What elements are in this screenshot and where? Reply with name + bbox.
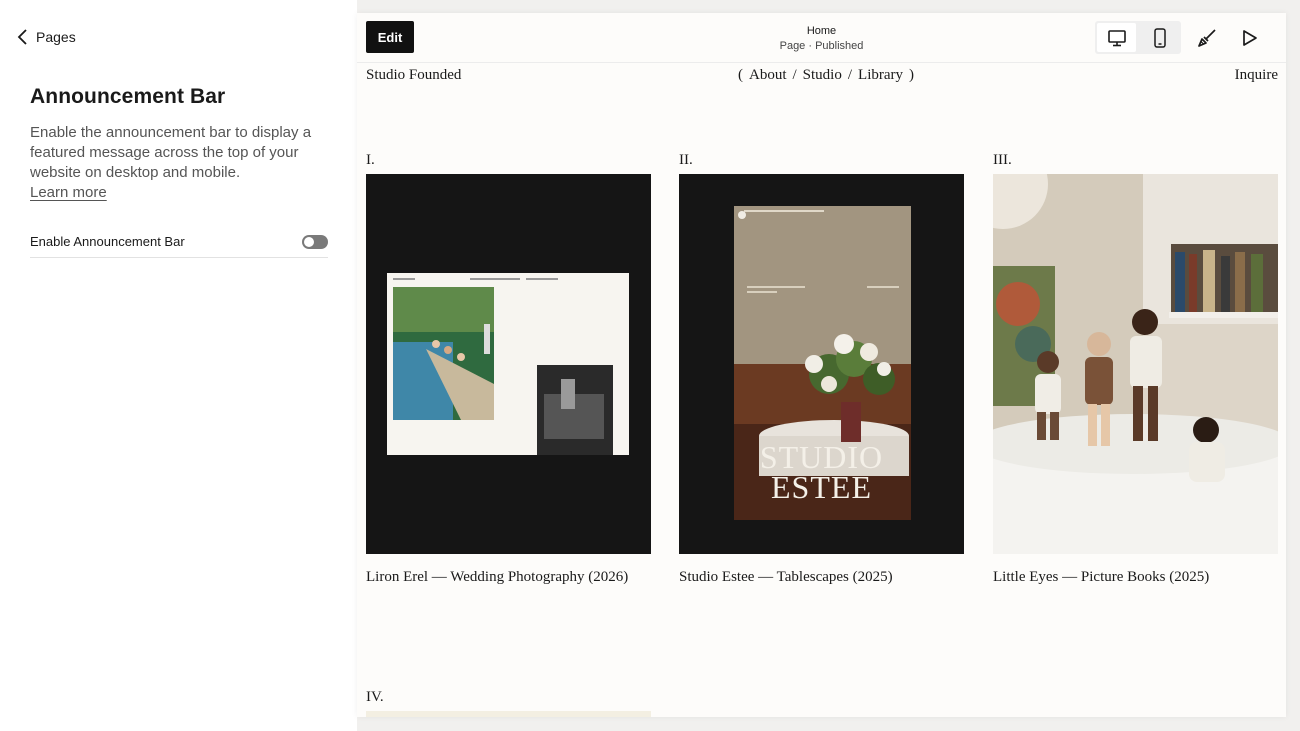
settings-panel: Pages Announcement Bar Enable the announ… <box>0 0 357 731</box>
project-image-little-eyes[interactable] <box>993 174 1278 554</box>
play-icon <box>1243 30 1257 46</box>
nav-separator: / <box>792 67 797 83</box>
chevron-left-icon <box>17 29 27 45</box>
announcement-toggle-row: Enable Announcement Bar <box>30 228 328 258</box>
project-image-studio-estee[interactable]: STUDIO ESTEE <box>679 174 964 554</box>
nav-link-about[interactable]: About <box>749 67 787 84</box>
panel-title: Announcement Bar <box>30 85 226 108</box>
nav-open-paren: ( <box>738 67 743 83</box>
project-numeral: III. <box>993 152 1012 168</box>
kids-on-bed-photo <box>993 174 1278 554</box>
site-nav: ( About / Studio / Library ) <box>738 67 914 84</box>
toggle-knob <box>304 236 314 247</box>
paintbrush-icon <box>1198 29 1216 47</box>
project-caption[interactable]: Liron Erel — Wedding Photography (2026) <box>366 569 628 586</box>
toggle-label: Enable Announcement Bar <box>30 234 185 249</box>
nav-close-paren: ) <box>909 67 915 83</box>
device-view-toggle <box>1095 21 1181 54</box>
panel-description: Enable the announcement bar to display a… <box>30 123 330 203</box>
site-styles-button[interactable] <box>1194 25 1220 51</box>
overlay-line: ESTEE <box>771 469 872 505</box>
mobile-view-button[interactable] <box>1140 23 1179 52</box>
back-to-pages-link[interactable]: Pages <box>16 28 76 46</box>
project-numeral: I. <box>366 152 375 168</box>
overlay-line: STUDIO <box>759 439 884 475</box>
site-brand[interactable]: Studio Founded <box>366 67 461 84</box>
studio-estee-overlay: STUDIO ESTEE <box>679 439 964 505</box>
project-image-partial[interactable] <box>366 711 651 717</box>
description-text: Enable the announcement bar to display a… <box>30 124 312 181</box>
project-caption[interactable]: Studio Estee — Tablescapes (2025) <box>679 569 893 586</box>
desktop-icon <box>1107 29 1126 46</box>
mobile-icon <box>1153 27 1166 48</box>
website-mockup-image <box>387 273 629 455</box>
learn-more-link[interactable]: Learn more <box>30 183 107 203</box>
announcement-bar-toggle[interactable] <box>302 234 328 249</box>
desktop-view-button[interactable] <box>1097 23 1136 52</box>
preview-play-button[interactable] <box>1236 25 1262 51</box>
project-image-liron-erel[interactable] <box>366 174 651 554</box>
project-numeral: II. <box>679 152 693 168</box>
back-label: Pages <box>36 29 76 45</box>
site-preview: Edit Home Page · Published Studio Founde… <box>357 13 1286 717</box>
nav-link-studio[interactable]: Studio <box>803 67 842 84</box>
project-caption[interactable]: Little Eyes — Picture Books (2025) <box>993 569 1209 586</box>
nav-link-inquire[interactable]: Inquire <box>1235 67 1278 84</box>
nav-link-library[interactable]: Library <box>858 67 903 84</box>
nav-separator: / <box>847 67 853 83</box>
editor-top-bar: Edit Home Page · Published <box>357 13 1286 63</box>
project-numeral: IV. <box>366 689 384 705</box>
